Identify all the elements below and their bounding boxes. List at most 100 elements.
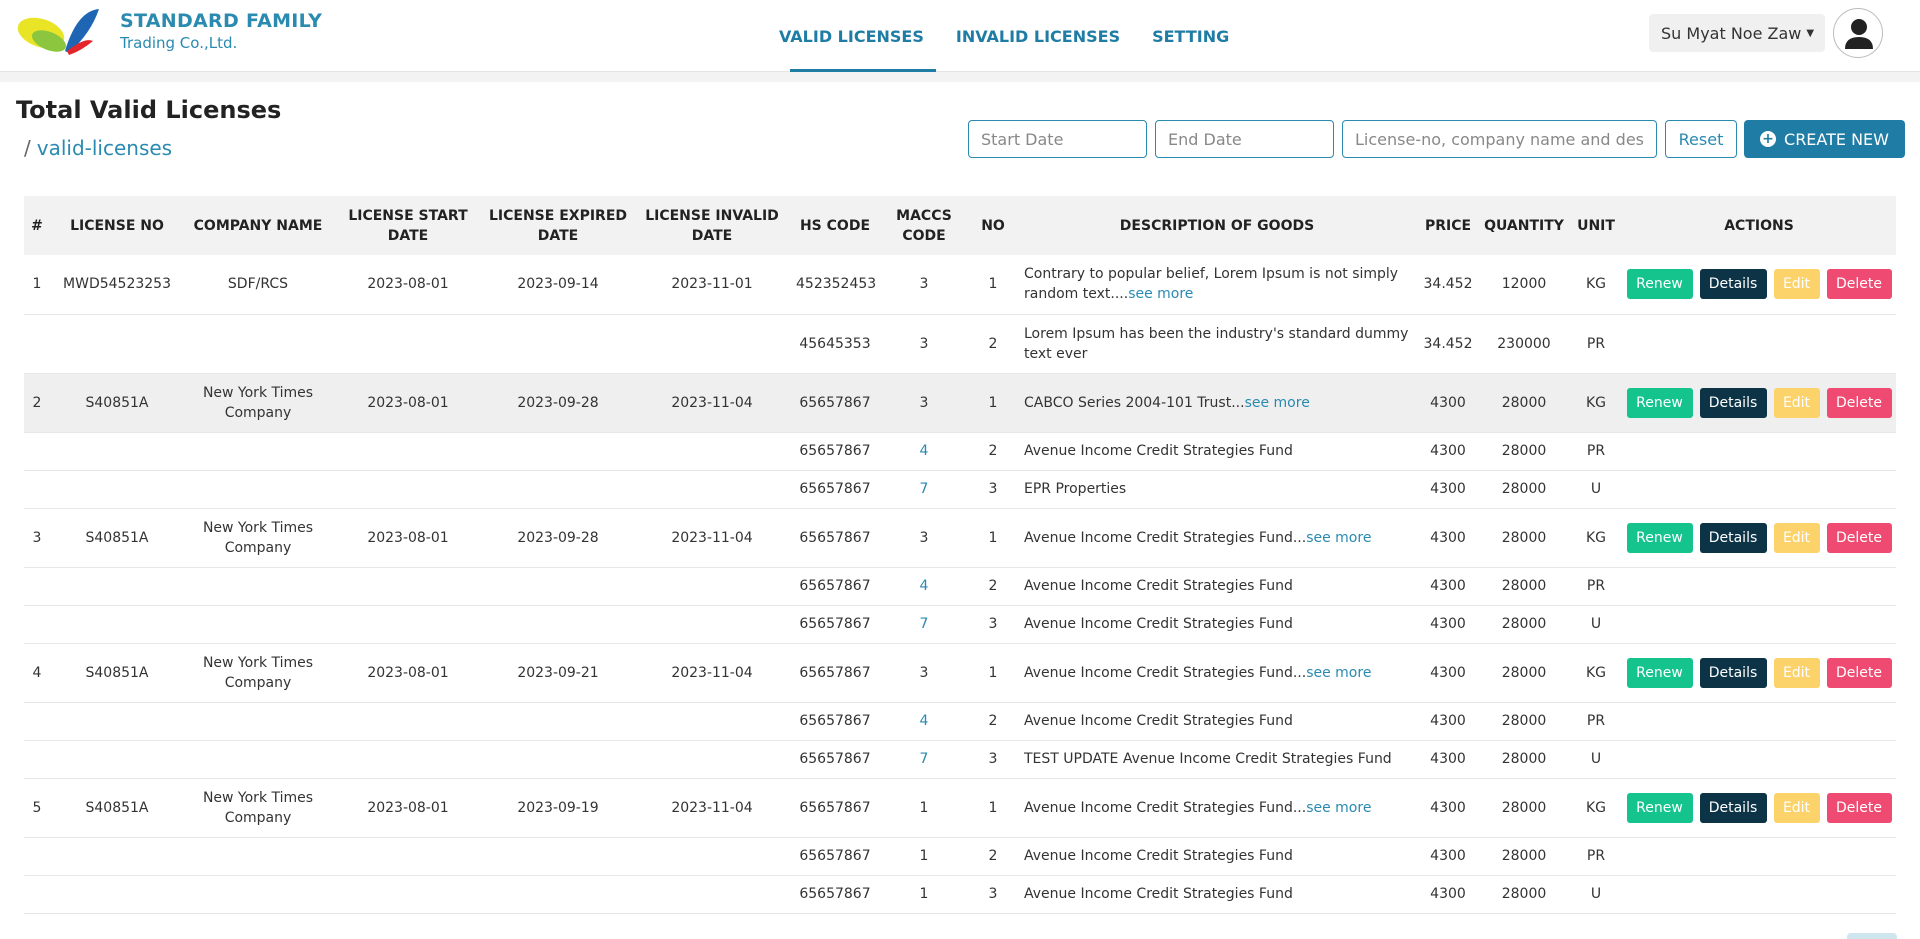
nav-setting[interactable]: SETTING bbox=[1152, 0, 1229, 72]
empty-cell bbox=[50, 567, 184, 606]
item-no: 2 bbox=[970, 314, 1016, 374]
company-name: New York Times Company bbox=[184, 778, 332, 838]
delete-button[interactable]: Delete bbox=[1826, 522, 1892, 553]
details-button[interactable]: Details bbox=[1699, 387, 1767, 418]
details-button[interactable]: Details bbox=[1699, 792, 1767, 823]
edit-button[interactable]: Edit bbox=[1773, 657, 1820, 688]
quantity: 28000 bbox=[1478, 837, 1570, 876]
quantity: 28000 bbox=[1478, 740, 1570, 779]
invalid-date: 2023-11-04 bbox=[632, 778, 792, 838]
nav-invalid-licenses[interactable]: INVALID LICENSES bbox=[956, 0, 1120, 72]
edit-button[interactable]: Edit bbox=[1773, 387, 1820, 418]
see-more-link[interactable]: see more bbox=[1306, 530, 1371, 546]
item-no: 2 bbox=[970, 432, 1016, 471]
license-no: S40851A bbox=[50, 373, 184, 433]
price: 4300 bbox=[1418, 432, 1478, 471]
description-text: Avenue Income Credit Strategies Fund... bbox=[1024, 664, 1307, 681]
renew-button[interactable]: Renew bbox=[1626, 522, 1693, 553]
renew-button[interactable]: Renew bbox=[1626, 657, 1693, 688]
goods-description: Avenue Income Credit Strategies Fund bbox=[1016, 837, 1418, 876]
empty-cell bbox=[632, 837, 792, 876]
empty-cell bbox=[332, 740, 484, 779]
see-more-link[interactable]: see more bbox=[1306, 665, 1371, 681]
edit-button[interactable]: Edit bbox=[1773, 792, 1820, 823]
actions-cell: Renew Details Edit Delete bbox=[1622, 643, 1896, 703]
edit-button[interactable]: Edit bbox=[1773, 269, 1820, 300]
butterfly-logo-icon[interactable] bbox=[15, 7, 107, 59]
page-title: Total Valid Licenses bbox=[16, 96, 282, 124]
hs-code: 65657867 bbox=[792, 778, 878, 838]
see-more-link[interactable]: see more bbox=[1128, 286, 1193, 302]
quantity: 28000 bbox=[1478, 508, 1570, 568]
column-header: # bbox=[24, 196, 50, 255]
search-input[interactable] bbox=[1342, 120, 1657, 158]
item-no: 1 bbox=[970, 373, 1016, 433]
description-text: Avenue Income Credit Strategies Fund bbox=[1024, 616, 1293, 632]
actions-cell bbox=[1622, 605, 1896, 644]
hs-code: 65657867 bbox=[792, 837, 878, 876]
empty-cell bbox=[50, 314, 184, 374]
details-button[interactable]: Details bbox=[1699, 269, 1767, 300]
quantity: 28000 bbox=[1478, 875, 1570, 914]
empty-cell bbox=[332, 837, 484, 876]
row-actions: Renew Details Edit Delete bbox=[1626, 792, 1892, 823]
see-more-link[interactable]: see more bbox=[1306, 800, 1371, 816]
main-nav: VALID LICENSES INVALID LICENSES SETTING bbox=[779, 0, 1261, 72]
row-actions: Renew Details Edit Delete bbox=[1626, 657, 1892, 688]
empty-cell bbox=[24, 470, 50, 509]
unit: KG bbox=[1570, 778, 1622, 838]
row-actions: Renew Details Edit Delete bbox=[1626, 269, 1892, 300]
empty-cell bbox=[332, 875, 484, 914]
invalid-date: 2023-11-04 bbox=[632, 643, 792, 703]
maccs-code: 7 bbox=[878, 740, 970, 779]
unit: PR bbox=[1570, 314, 1622, 374]
start-date-input[interactable] bbox=[968, 120, 1147, 158]
column-header: QUANTITY bbox=[1478, 196, 1570, 255]
maccs-code: 7 bbox=[878, 470, 970, 509]
reset-button[interactable]: Reset bbox=[1665, 120, 1737, 158]
invalid-date: 2023-11-01 bbox=[632, 255, 792, 315]
user-menu-dropdown[interactable]: Su Myat Noe Zaw ▼ bbox=[1649, 14, 1825, 52]
description-text: EPR Properties bbox=[1024, 481, 1127, 497]
renew-button[interactable]: Renew bbox=[1626, 792, 1693, 823]
avatar[interactable] bbox=[1833, 8, 1883, 58]
column-header: DESCRIPTION OF GOODS bbox=[1016, 196, 1418, 255]
delete-button[interactable]: Delete bbox=[1826, 657, 1892, 688]
table-row: 5 S40851A New York Times Company 2023-08-01… bbox=[24, 778, 1896, 838]
renew-button[interactable]: Renew bbox=[1626, 269, 1693, 300]
price: 34.452 bbox=[1418, 314, 1478, 374]
item-no: 3 bbox=[970, 470, 1016, 509]
see-more-link[interactable]: see more bbox=[1245, 395, 1310, 411]
details-button[interactable]: Details bbox=[1699, 522, 1767, 553]
hs-code: 65657867 bbox=[792, 702, 878, 741]
nav-valid-licenses[interactable]: VALID LICENSES bbox=[779, 0, 936, 72]
price: 34.452 bbox=[1418, 255, 1478, 315]
user-icon bbox=[1845, 19, 1873, 49]
details-button[interactable]: Details bbox=[1699, 657, 1767, 688]
table-row: 4 S40851A New York Times Company 2023-08-01… bbox=[24, 643, 1896, 703]
end-date-input[interactable] bbox=[1155, 120, 1334, 158]
description-text: Avenue Income Credit Strategies Fund... bbox=[1024, 529, 1307, 546]
delete-button[interactable]: Delete bbox=[1826, 387, 1892, 418]
edit-button[interactable]: Edit bbox=[1773, 522, 1820, 553]
empty-cell bbox=[50, 702, 184, 741]
empty-cell bbox=[50, 740, 184, 779]
empty-cell bbox=[24, 605, 50, 644]
breadcrumb-current[interactable]: valid-licenses bbox=[37, 136, 172, 160]
maccs-code: 3 bbox=[878, 255, 970, 315]
item-no: 3 bbox=[970, 605, 1016, 644]
delete-button[interactable]: Delete bbox=[1826, 792, 1892, 823]
empty-cell bbox=[184, 605, 332, 644]
renew-button[interactable]: Renew bbox=[1626, 387, 1693, 418]
quantity: 28000 bbox=[1478, 432, 1570, 471]
quantity: 28000 bbox=[1478, 470, 1570, 509]
quantity: 12000 bbox=[1478, 255, 1570, 315]
empty-cell bbox=[632, 702, 792, 741]
row-index: 5 bbox=[24, 778, 50, 838]
brand-name: STANDARD FAMILY bbox=[120, 10, 323, 32]
empty-cell bbox=[632, 567, 792, 606]
delete-button[interactable]: Delete bbox=[1826, 269, 1892, 300]
hs-code: 45645353 bbox=[792, 314, 878, 374]
create-new-button[interactable]: + CREATE NEW bbox=[1744, 120, 1905, 158]
hs-code: 65657867 bbox=[792, 567, 878, 606]
